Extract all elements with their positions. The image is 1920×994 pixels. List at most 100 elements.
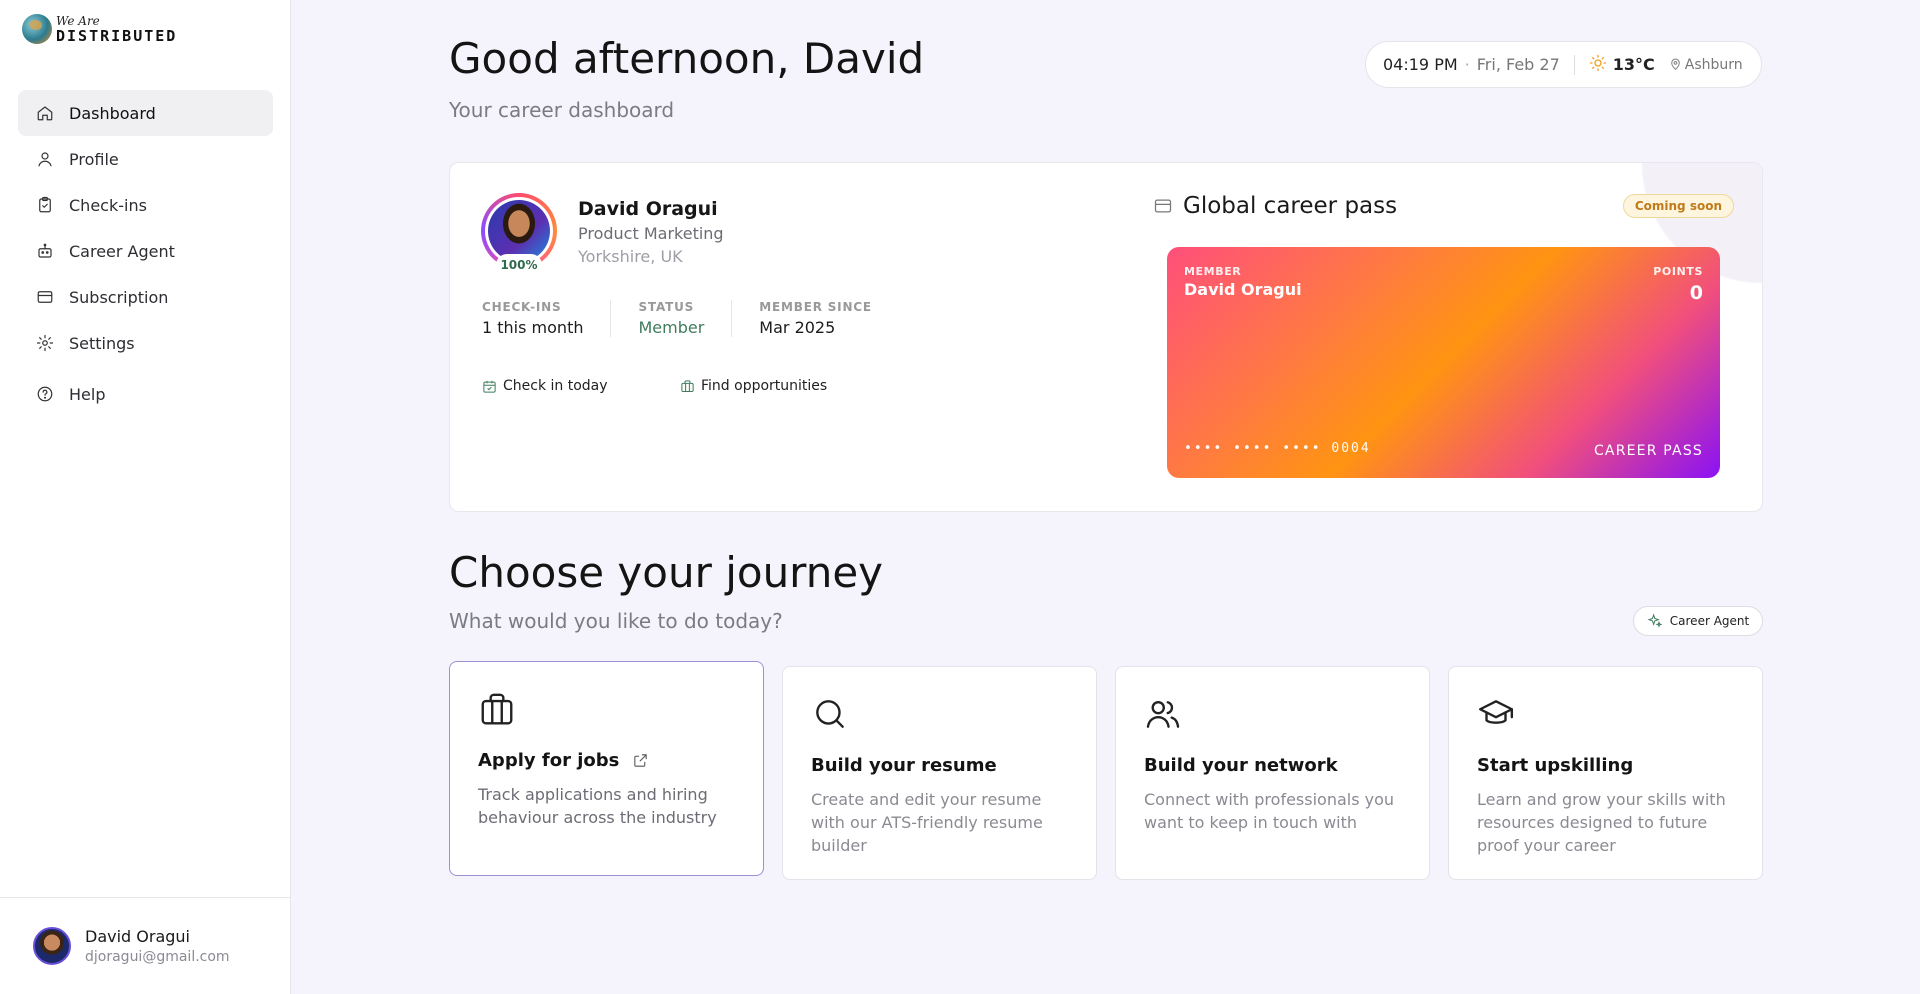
- sidebar-item-profile[interactable]: Profile: [18, 136, 273, 182]
- profile-stats: CHECK-INS 1 this month STATUS Member MEM…: [482, 300, 926, 337]
- journey-card-apply-jobs[interactable]: Apply for jobs Track applications and hi…: [449, 661, 764, 876]
- stat-value: Member: [638, 318, 705, 337]
- page-subtitle: Your career dashboard: [449, 98, 675, 122]
- briefcase-icon: [681, 379, 694, 392]
- avatar: [488, 200, 550, 262]
- graduation-cap-icon: [1477, 695, 1734, 737]
- check-in-today-label: Check in today: [503, 378, 608, 394]
- briefcase-icon: [478, 690, 735, 732]
- career-agent-button[interactable]: Career Agent: [1633, 606, 1763, 636]
- card-label: CAREER PASS: [1593, 443, 1703, 459]
- sidebar-item-label: Career Agent: [69, 241, 175, 261]
- find-opportunities-button[interactable]: Find opportunities: [680, 378, 827, 394]
- career-pass-title: Global career pass: [1183, 193, 1398, 219]
- sidebar-item-label: Check-ins: [69, 195, 147, 215]
- profile-location: Yorkshire, UK: [578, 247, 683, 266]
- current-date: Fri, Feb 27: [1476, 55, 1560, 74]
- member-label: MEMBER: [1184, 265, 1242, 278]
- credit-card-icon: [1154, 199, 1172, 213]
- stat-value: Mar 2025: [759, 318, 836, 337]
- avatar: [33, 927, 71, 965]
- users-icon: [1144, 695, 1401, 737]
- check-in-today-button[interactable]: Check in today: [482, 378, 680, 394]
- career-agent-label: Career Agent: [1669, 614, 1750, 628]
- sidebar-item-label: Profile: [69, 149, 119, 169]
- career-pass-heading: Global career pass: [1153, 193, 1397, 219]
- stat-label: STATUS: [638, 300, 695, 314]
- map-pin-icon: [1670, 58, 1680, 71]
- page-title: Good afternoon, David: [449, 34, 925, 83]
- sidebar-item-label: Settings: [69, 333, 135, 353]
- user-email: djoragui@gmail.com: [85, 949, 230, 965]
- robot-icon: [36, 242, 54, 260]
- sidebar-item-label: Subscription: [69, 287, 169, 307]
- temperature: 13°C: [1612, 55, 1655, 74]
- sun-icon: [1589, 54, 1607, 76]
- journey-card-build-resume[interactable]: Build your resume Create and edit your r…: [782, 666, 1097, 880]
- stat-status: STATUS Member: [638, 300, 733, 337]
- points-label: POINTS: [1653, 265, 1703, 278]
- location-name: Ashburn: [1684, 56, 1743, 73]
- current-time: 04:19 PM: [1383, 55, 1458, 74]
- sidebar-user[interactable]: David Oragui djoragui@gmail.com: [0, 897, 290, 994]
- member-name: David Oragui: [1184, 280, 1302, 299]
- sidebar-item-help[interactable]: Help: [18, 371, 273, 417]
- divider: [1573, 54, 1575, 75]
- journey-title: Choose your journey: [449, 548, 884, 597]
- find-opportunities-label: Find opportunities: [701, 378, 828, 394]
- separator-dot: ·: [1464, 55, 1470, 74]
- location: Ashburn: [1669, 57, 1743, 73]
- home-icon: [36, 104, 54, 122]
- stat-check-ins: CHECK-INS 1 this month: [482, 300, 612, 337]
- coming-soon-badge: Coming soon: [1622, 194, 1734, 218]
- points-value: 0: [1689, 282, 1703, 304]
- profile-completion-badge: 100%: [496, 254, 542, 276]
- search-icon: [811, 695, 1068, 737]
- stat-value: 1 this month: [482, 318, 584, 337]
- journey-card-desc: Connect with professionals you want to k…: [1144, 790, 1395, 832]
- journey-card-build-network[interactable]: Build your network Connect with professi…: [1115, 666, 1430, 880]
- career-pass-card: MEMBER David Oragui POINTS 0 •••• •••• •…: [1167, 247, 1720, 478]
- journey-subtitle: What would you like to do today?: [449, 609, 783, 633]
- help-circle-icon: [36, 385, 54, 403]
- external-link-icon: [634, 754, 648, 767]
- sidebar-item-check-ins[interactable]: Check-ins: [18, 182, 273, 228]
- stat-label: MEMBER SINCE: [759, 300, 872, 314]
- brand-line1: We Are: [56, 13, 100, 28]
- sidebar-item-career-agent[interactable]: Career Agent: [18, 228, 273, 274]
- sidebar-item-label: Dashboard: [69, 103, 156, 123]
- user-name: David Oragui: [85, 927, 190, 946]
- journey-card-title: Apply for jobs: [478, 750, 735, 771]
- journey-card-title: Start upskilling: [1477, 755, 1634, 776]
- calendar-check-icon: [483, 380, 496, 393]
- profile-actions: Check in today Find opportunities: [482, 378, 827, 394]
- sidebar-nav: Dashboard Profile Check-ins Career Agent…: [18, 90, 273, 417]
- clipboard-check-icon: [36, 196, 54, 214]
- journey-card-title: Build your resume: [811, 755, 997, 776]
- sparkles-icon: [1647, 613, 1663, 628]
- gear-icon: [36, 334, 54, 352]
- sidebar-item-subscription[interactable]: Subscription: [18, 274, 273, 320]
- sidebar-item-dashboard[interactable]: Dashboard: [18, 90, 273, 136]
- journey-card-desc: Learn and grow your skills with resource…: [1477, 790, 1726, 855]
- card-number: •••• •••• •••• 0004: [1184, 441, 1371, 456]
- profile-name: David Oragui: [578, 198, 718, 220]
- sidebar-item-label: Help: [69, 384, 106, 404]
- journey-card-start-upskilling[interactable]: Start upskilling Learn and grow your ski…: [1448, 666, 1763, 880]
- time-weather-widget: 04:19 PM · Fri, Feb 27 13°C Ashburn: [1365, 41, 1762, 88]
- globe-icon: [22, 14, 52, 44]
- user-icon: [36, 150, 54, 168]
- stat-member-since: MEMBER SINCE Mar 2025: [759, 300, 899, 337]
- profile-card: 100% David Oragui Product Marketing York…: [449, 162, 1763, 512]
- credit-card-icon: [36, 288, 54, 306]
- stat-label: CHECK-INS: [482, 300, 562, 314]
- brand-line2: DISTRIBUTED: [56, 26, 178, 45]
- sidebar: We Are DISTRIBUTED Dashboard Profile Che…: [0, 0, 291, 994]
- sidebar-item-settings[interactable]: Settings: [18, 320, 273, 366]
- journey-card-title: Build your network: [1144, 755, 1338, 776]
- journey-card-desc: Track applications and hiring behaviour …: [478, 785, 717, 827]
- profile-role: Product Marketing: [578, 224, 724, 243]
- journey-card-desc: Create and edit your resume with our ATS…: [811, 790, 1043, 855]
- brand-logo[interactable]: We Are DISTRIBUTED: [22, 14, 177, 44]
- journey-card-title-text: Apply for jobs: [478, 750, 620, 771]
